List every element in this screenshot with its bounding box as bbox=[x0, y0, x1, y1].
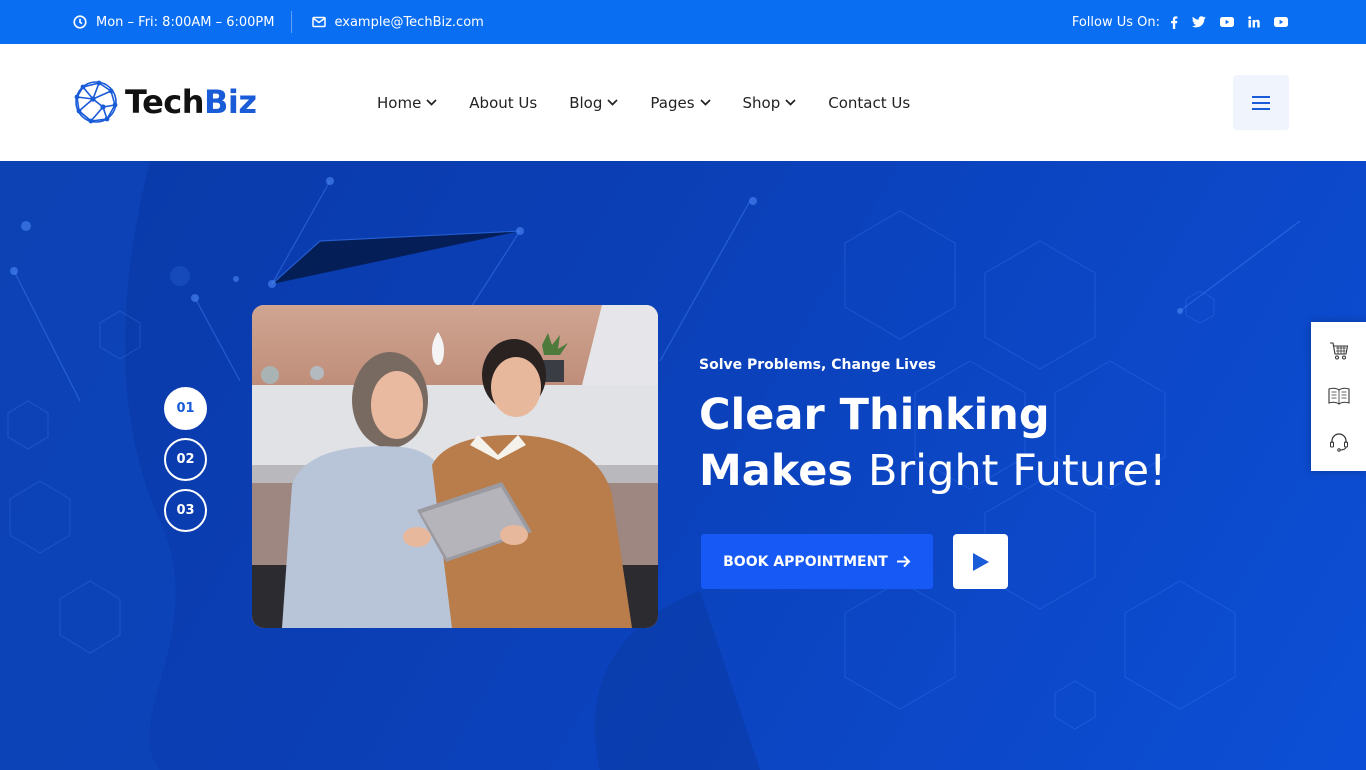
hero-copy: Solve Problems, Change Lives Clear Think… bbox=[699, 357, 1166, 499]
nav-label: Pages bbox=[650, 93, 695, 112]
hours-info: Mon – Fri: 8:00AM – 6:00PM bbox=[73, 15, 275, 30]
nav-item-home[interactable]: Home bbox=[377, 94, 437, 112]
logo-text: TechBiz bbox=[125, 83, 257, 121]
hamburger-menu-button[interactable] bbox=[1233, 75, 1289, 130]
hero-section: 01 02 03 Solve Problems, Change Lives Cl… bbox=[0, 161, 1366, 770]
nav-item-contact[interactable]: Contact Us bbox=[828, 94, 910, 112]
nav-item-about[interactable]: About Us bbox=[469, 94, 537, 112]
slider-pagination: 01 02 03 bbox=[163, 387, 207, 532]
hero-title-bold: Makes bbox=[699, 446, 854, 496]
nav-item-blog[interactable]: Blog bbox=[569, 94, 618, 112]
people-with-tablet-illustration bbox=[252, 305, 658, 628]
arrow-right-icon bbox=[896, 555, 911, 568]
hamburger-icon bbox=[1252, 95, 1270, 110]
linkedin-icon[interactable] bbox=[1248, 16, 1260, 28]
globe-network-icon bbox=[73, 79, 119, 125]
book-appointment-button[interactable]: BOOK APPOINTMENT bbox=[701, 534, 933, 589]
slide-dot-1[interactable]: 01 bbox=[164, 387, 207, 430]
hero-title-line2: Makes Bright Future! bbox=[699, 443, 1166, 499]
hero-image bbox=[252, 305, 658, 628]
slide-dot-2[interactable]: 02 bbox=[164, 438, 207, 481]
logo[interactable]: TechBiz bbox=[73, 79, 257, 125]
chevron-down-icon bbox=[426, 99, 437, 106]
logo-text-tech: Tech bbox=[125, 83, 205, 121]
chevron-down-icon bbox=[699, 99, 711, 106]
hero-subtitle: Solve Problems, Change Lives bbox=[699, 357, 936, 373]
hero-title-line1: Clear Thinking bbox=[699, 390, 1050, 440]
play-icon bbox=[972, 552, 990, 572]
nav-item-shop[interactable]: Shop bbox=[743, 94, 797, 112]
chevron-down-icon bbox=[607, 99, 618, 106]
hero-title-light: Bright Future! bbox=[868, 446, 1167, 496]
hours-text: Mon – Fri: 8:00AM – 6:00PM bbox=[96, 14, 275, 30]
nav-label: Home bbox=[377, 93, 422, 112]
nav-label: About Us bbox=[469, 93, 538, 112]
play-video-button[interactable] bbox=[953, 534, 1008, 589]
youtube-icon[interactable] bbox=[1274, 17, 1288, 27]
follow-label: Follow Us On: bbox=[1071, 14, 1160, 30]
email-link[interactable]: example@TechBiz.com bbox=[335, 15, 484, 30]
site-header: TechBiz Home About Us Blog Pages Shop Co… bbox=[0, 44, 1366, 161]
facebook-icon[interactable] bbox=[1170, 15, 1178, 29]
nav-label: Shop bbox=[742, 93, 781, 112]
logo-text-biz: Biz bbox=[204, 83, 257, 121]
main-nav: Home About Us Blog Pages Shop Contact Us bbox=[377, 44, 910, 161]
cart-icon[interactable] bbox=[1329, 341, 1349, 360]
hero-title: Clear Thinking Makes Bright Future! bbox=[699, 387, 1166, 499]
book-icon[interactable] bbox=[1327, 387, 1350, 405]
chevron-down-icon bbox=[785, 99, 796, 106]
twitter-icon[interactable] bbox=[1192, 16, 1206, 28]
email-info[interactable]: example@TechBiz.com bbox=[311, 15, 484, 30]
clock-icon bbox=[73, 15, 87, 29]
book-appointment-label: BOOK APPOINTMENT bbox=[723, 553, 888, 570]
side-quick-panel bbox=[1311, 322, 1366, 471]
nav-label: Blog bbox=[569, 93, 603, 112]
envelope-icon bbox=[311, 16, 326, 28]
top-bar: Mon – Fri: 8:00AM – 6:00PM example@TechB… bbox=[0, 0, 1366, 44]
nav-item-pages[interactable]: Pages bbox=[650, 93, 711, 112]
headset-icon[interactable] bbox=[1329, 432, 1349, 452]
divider bbox=[290, 11, 292, 33]
nav-label: Contact Us bbox=[828, 93, 911, 112]
hero-actions: BOOK APPOINTMENT bbox=[701, 534, 1008, 589]
youtube-icon[interactable] bbox=[1220, 17, 1234, 27]
slide-dot-3[interactable]: 03 bbox=[164, 489, 207, 532]
